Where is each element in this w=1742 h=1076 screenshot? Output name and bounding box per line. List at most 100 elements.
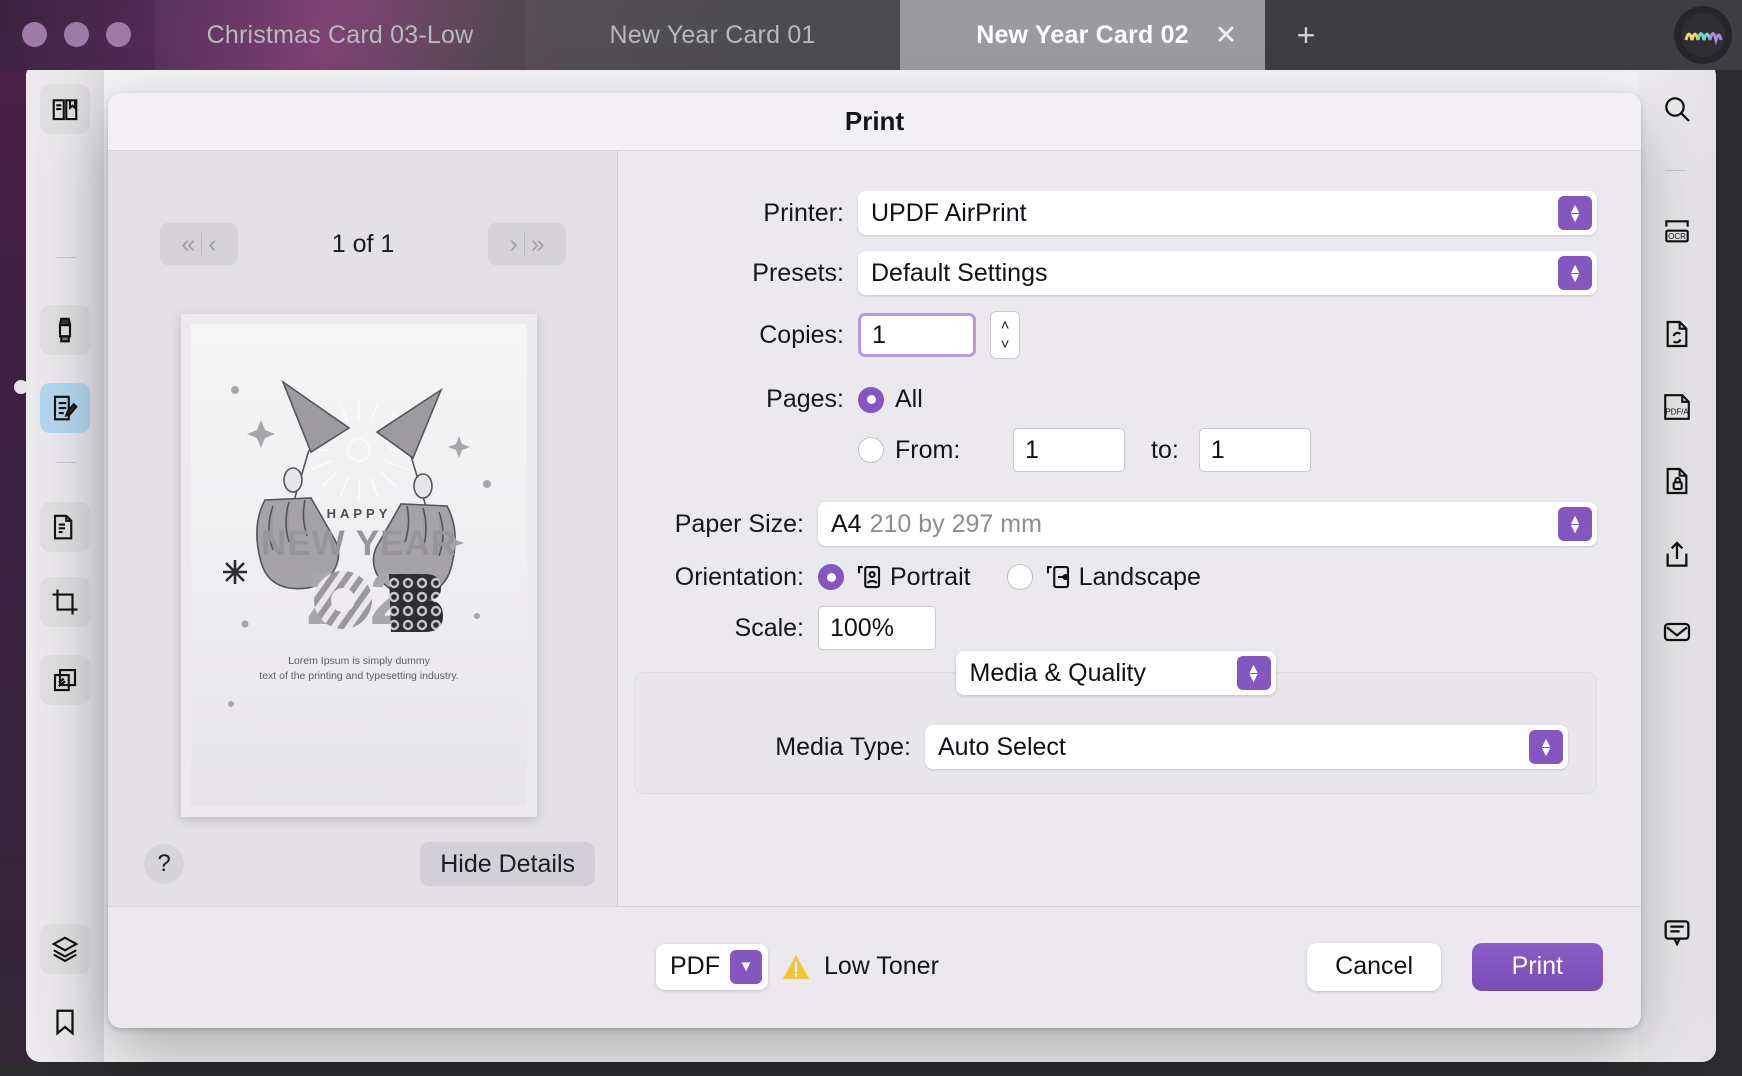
pages-to-value: 1 bbox=[1211, 436, 1225, 465]
chevron-updown-icon[interactable]: ▲▼ bbox=[1558, 256, 1592, 290]
paper-size-select[interactable]: A4 210 by 297 mm ▲▼ bbox=[818, 502, 1597, 546]
printer-row: Printer: UPDF AirPrint ▲▼ bbox=[618, 191, 1597, 235]
convert-icon bbox=[1661, 318, 1693, 350]
mail-icon bbox=[1661, 616, 1693, 648]
stepper-up-icon[interactable]: ˄ bbox=[1001, 316, 1010, 335]
cancel-button[interactable]: Cancel bbox=[1307, 943, 1441, 991]
right-item-convert[interactable] bbox=[1652, 309, 1702, 359]
scale-input[interactable]: 100% bbox=[818, 606, 936, 650]
search-icon bbox=[1661, 93, 1693, 125]
svg-text:PDF/A: PDF/A bbox=[1665, 408, 1689, 417]
paper-size-row: Paper Size: A4 210 by 297 mm ▲▼ bbox=[618, 502, 1597, 546]
sidebar-item-crop[interactable] bbox=[40, 577, 90, 627]
hide-details-button[interactable]: Hide Details bbox=[420, 842, 595, 886]
layers-icon bbox=[50, 934, 80, 964]
pages-to-input[interactable]: 1 bbox=[1199, 428, 1311, 472]
section-value: Media & Quality bbox=[970, 659, 1146, 688]
right-divider-1 bbox=[1666, 170, 1686, 171]
card-lorem-line2: text of the printing and typesetting ind… bbox=[259, 670, 458, 682]
copies-value: 1 bbox=[872, 321, 886, 350]
paper-size-dimensions: 210 by 297 mm bbox=[870, 510, 1042, 539]
pdf-menu-button[interactable]: PDF ▼ bbox=[656, 944, 768, 990]
next-last-page-buttons[interactable]: › » bbox=[488, 223, 566, 265]
copies-stepper[interactable]: ˄ ˅ bbox=[990, 311, 1020, 359]
presets-value: Default Settings bbox=[871, 259, 1048, 288]
annotate-edit-icon bbox=[50, 393, 80, 423]
organize-pages-icon bbox=[50, 512, 80, 542]
dialog-body: « ‹ 1 of 1 › » bbox=[108, 151, 1641, 906]
sidebar-item-layers[interactable] bbox=[40, 924, 90, 974]
tab-new-year-card-02[interactable]: New Year Card 02 ✕ bbox=[900, 0, 1265, 70]
pages-from-input[interactable]: 1 bbox=[1013, 428, 1125, 472]
sidebar-item-organize[interactable] bbox=[40, 502, 90, 552]
stepper-down-icon[interactable]: ˅ bbox=[1001, 335, 1010, 354]
copies-row: Copies: 1 ˄ ˅ bbox=[618, 311, 1597, 359]
printer-status: Low Toner bbox=[780, 952, 939, 982]
right-item-ocr[interactable]: OCR bbox=[1652, 207, 1702, 257]
previous-page-icon[interactable]: ‹ bbox=[202, 230, 222, 259]
tab-christmas-card-03-low[interactable]: Christmas Card 03-Low bbox=[155, 0, 525, 70]
close-icon[interactable]: ✕ bbox=[1211, 20, 1241, 50]
warning-triangle-icon bbox=[780, 952, 812, 982]
first-prev-page-buttons[interactable]: « ‹ bbox=[160, 223, 238, 265]
bookmark-icon bbox=[50, 1007, 80, 1037]
copies-label: Copies: bbox=[618, 321, 858, 350]
maximize-window-button[interactable] bbox=[106, 22, 131, 47]
minimize-window-button[interactable] bbox=[64, 22, 89, 47]
print-button[interactable]: Print bbox=[1472, 943, 1603, 991]
printer-label: Printer: bbox=[618, 199, 858, 228]
chevron-down-icon[interactable]: ▼ bbox=[730, 950, 762, 984]
sidebar-item-annotate[interactable] bbox=[40, 383, 90, 433]
sidebar-item-bookmark[interactable] bbox=[40, 997, 90, 1047]
right-item-comment[interactable] bbox=[1652, 907, 1702, 957]
chevron-updown-icon[interactable]: ▲▼ bbox=[1237, 656, 1271, 690]
orientation-landscape-radio[interactable] bbox=[1007, 564, 1033, 590]
scale-label: Scale: bbox=[618, 614, 818, 643]
chevron-updown-icon[interactable]: ▲▼ bbox=[1558, 196, 1592, 230]
orientation-portrait-label: Portrait bbox=[890, 563, 971, 592]
right-item-protect[interactable] bbox=[1652, 456, 1702, 506]
window-controls bbox=[22, 22, 131, 47]
copies-input[interactable]: 1 bbox=[858, 313, 976, 357]
printer-select[interactable]: UPDF AirPrint ▲▼ bbox=[858, 191, 1597, 235]
orientation-portrait-radio[interactable] bbox=[818, 564, 844, 590]
next-page-icon[interactable]: › bbox=[503, 230, 523, 259]
pages-label: Pages: bbox=[618, 385, 858, 414]
close-window-button[interactable] bbox=[22, 22, 47, 47]
media-type-select[interactable]: Auto Select ▲▼ bbox=[925, 725, 1568, 769]
plus-icon[interactable]: + bbox=[1290, 20, 1322, 52]
sidebar-item-duplicate[interactable] bbox=[40, 655, 90, 705]
preview-page[interactable]: 2 2 HAPPY NEW YEAR Lorem Ipsum is simply… bbox=[181, 314, 537, 817]
preview-card-artwork: 2 2 HAPPY NEW YEAR Lorem Ipsum is simply… bbox=[191, 324, 527, 807]
card-new-year-text: NEW YEAR bbox=[191, 524, 527, 564]
pdf-a-icon: PDF/A bbox=[1660, 390, 1694, 424]
pages-all-radio[interactable] bbox=[858, 387, 884, 413]
sidebar-divider-1 bbox=[56, 257, 76, 258]
right-item-search[interactable] bbox=[1652, 84, 1702, 134]
avatar[interactable] bbox=[1674, 6, 1732, 64]
help-button[interactable]: ? bbox=[144, 844, 184, 884]
tab-label: New Year Card 01 bbox=[609, 21, 815, 50]
share-icon bbox=[1661, 539, 1693, 571]
page-navigation: « ‹ 1 of 1 › » bbox=[108, 219, 618, 269]
tab-new-year-card-01[interactable]: New Year Card 01 bbox=[525, 0, 900, 70]
right-item-pdfa[interactable]: PDF/A bbox=[1652, 382, 1702, 432]
last-page-icon[interactable]: » bbox=[525, 230, 551, 259]
right-item-mail[interactable] bbox=[1652, 607, 1702, 657]
presets-select[interactable]: Default Settings ▲▼ bbox=[858, 251, 1597, 295]
sidebar-item-reader[interactable] bbox=[40, 84, 90, 134]
paper-size-label: Paper Size: bbox=[618, 510, 818, 539]
chevron-updown-icon[interactable]: ▲▼ bbox=[1529, 730, 1563, 764]
avatar-waveform-icon bbox=[1674, 6, 1732, 64]
portrait-icon bbox=[854, 562, 884, 592]
section-select[interactable]: Media & Quality ▲▼ bbox=[956, 651, 1276, 695]
first-page-icon[interactable]: « bbox=[175, 230, 201, 259]
pages-range-radio[interactable] bbox=[858, 437, 884, 463]
chevron-updown-icon[interactable]: ▲▼ bbox=[1558, 507, 1592, 541]
sidebar-item-highlighter[interactable] bbox=[40, 305, 90, 355]
pdf-label: PDF bbox=[670, 952, 720, 981]
right-toolbar: OCR PDF/A bbox=[1638, 62, 1716, 1062]
printer-value: UPDF AirPrint bbox=[871, 199, 1027, 228]
right-item-share[interactable] bbox=[1652, 530, 1702, 580]
ocr-icon: OCR bbox=[1661, 216, 1693, 248]
